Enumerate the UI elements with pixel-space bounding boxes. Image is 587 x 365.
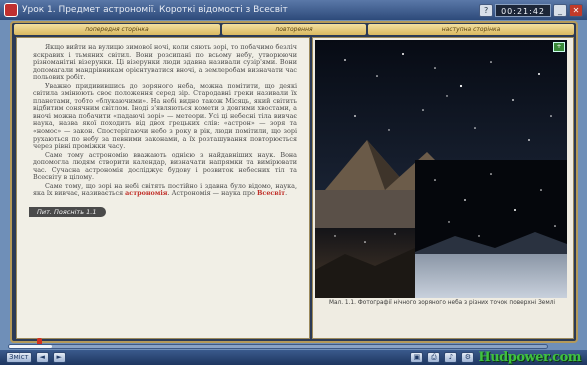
- book-frame: попередня сторінка повторення наступна с…: [10, 21, 578, 343]
- term-astronomy-link[interactable]: астрономія: [125, 189, 167, 198]
- paragraph-2: Уважно придивившись до зоряного неба, мо…: [33, 81, 297, 151]
- progress-bar[interactable]: [8, 344, 548, 349]
- app-icon: [4, 3, 18, 17]
- next-page-tab[interactable]: наступна сторінка: [368, 24, 574, 35]
- zoom-photo-button[interactable]: +: [553, 42, 565, 52]
- sound-icon[interactable]: ♪: [444, 352, 458, 363]
- prev-page-tab[interactable]: попередня сторінка: [14, 24, 220, 35]
- page-navigation: попередня сторінка повторення наступна с…: [14, 24, 574, 35]
- paragraph-3: Саме тому астрономію вважають однією з н…: [33, 150, 297, 182]
- term-universe-link[interactable]: Всесвіт: [257, 189, 285, 198]
- settings-icon[interactable]: ⚙: [461, 352, 475, 363]
- text-page: Якщо вийти на вулицю зимової ночі, коли …: [16, 37, 310, 339]
- closing-paragraph: Саме тому, що зорі на небі світять пості…: [33, 181, 297, 198]
- next-icon[interactable]: ►: [52, 352, 66, 363]
- night-sky-photo: +: [315, 40, 567, 298]
- help-button[interactable]: ?: [479, 3, 494, 17]
- contents-button[interactable]: Зміст: [6, 352, 32, 363]
- print-icon[interactable]: ⎙: [427, 352, 441, 363]
- timer-display: 00:21:42: [495, 3, 551, 17]
- minimize-button[interactable]: _: [553, 3, 567, 17]
- brand-logo: Hudpower.com: [478, 350, 581, 365]
- toolbar-right: ▣ ⎙ ♪ ⚙ Hudpower.com: [410, 350, 581, 365]
- window-title: Урок 1. Предмет астрономії. Короткі відо…: [22, 5, 288, 15]
- bookmark-icon[interactable]: ▣: [410, 352, 424, 363]
- figure-page: + Мал. 1.1. Фотографії нічного зоряного …: [312, 37, 574, 339]
- prev-icon[interactable]: ◄: [35, 352, 49, 363]
- closing-text-2: Астрономія — наука про: [171, 189, 255, 198]
- section-badge[interactable]: Пит. Поясніть 1.1: [29, 206, 107, 217]
- night-sky-image: [315, 40, 567, 298]
- figure-caption: Мал. 1.1. Фотографії нічного зоряного не…: [328, 300, 556, 306]
- review-tab[interactable]: повторення: [221, 24, 367, 35]
- paragraph-1: Якщо вийти на вулицю зимової ночі, коли …: [33, 43, 297, 82]
- bottom-toolbar: Зміст ◄ ► ▣ ⎙ ♪ ⚙ Hudpower.com: [0, 350, 587, 365]
- title-bar: Урок 1. Предмет астрономії. Короткі відо…: [0, 0, 587, 20]
- close-button[interactable]: ✕: [569, 3, 583, 17]
- progress-fill: [9, 345, 53, 348]
- contents-label: Зміст: [9, 353, 29, 361]
- title-bar-controls: ? 00:21:42 _ ✕: [479, 3, 583, 17]
